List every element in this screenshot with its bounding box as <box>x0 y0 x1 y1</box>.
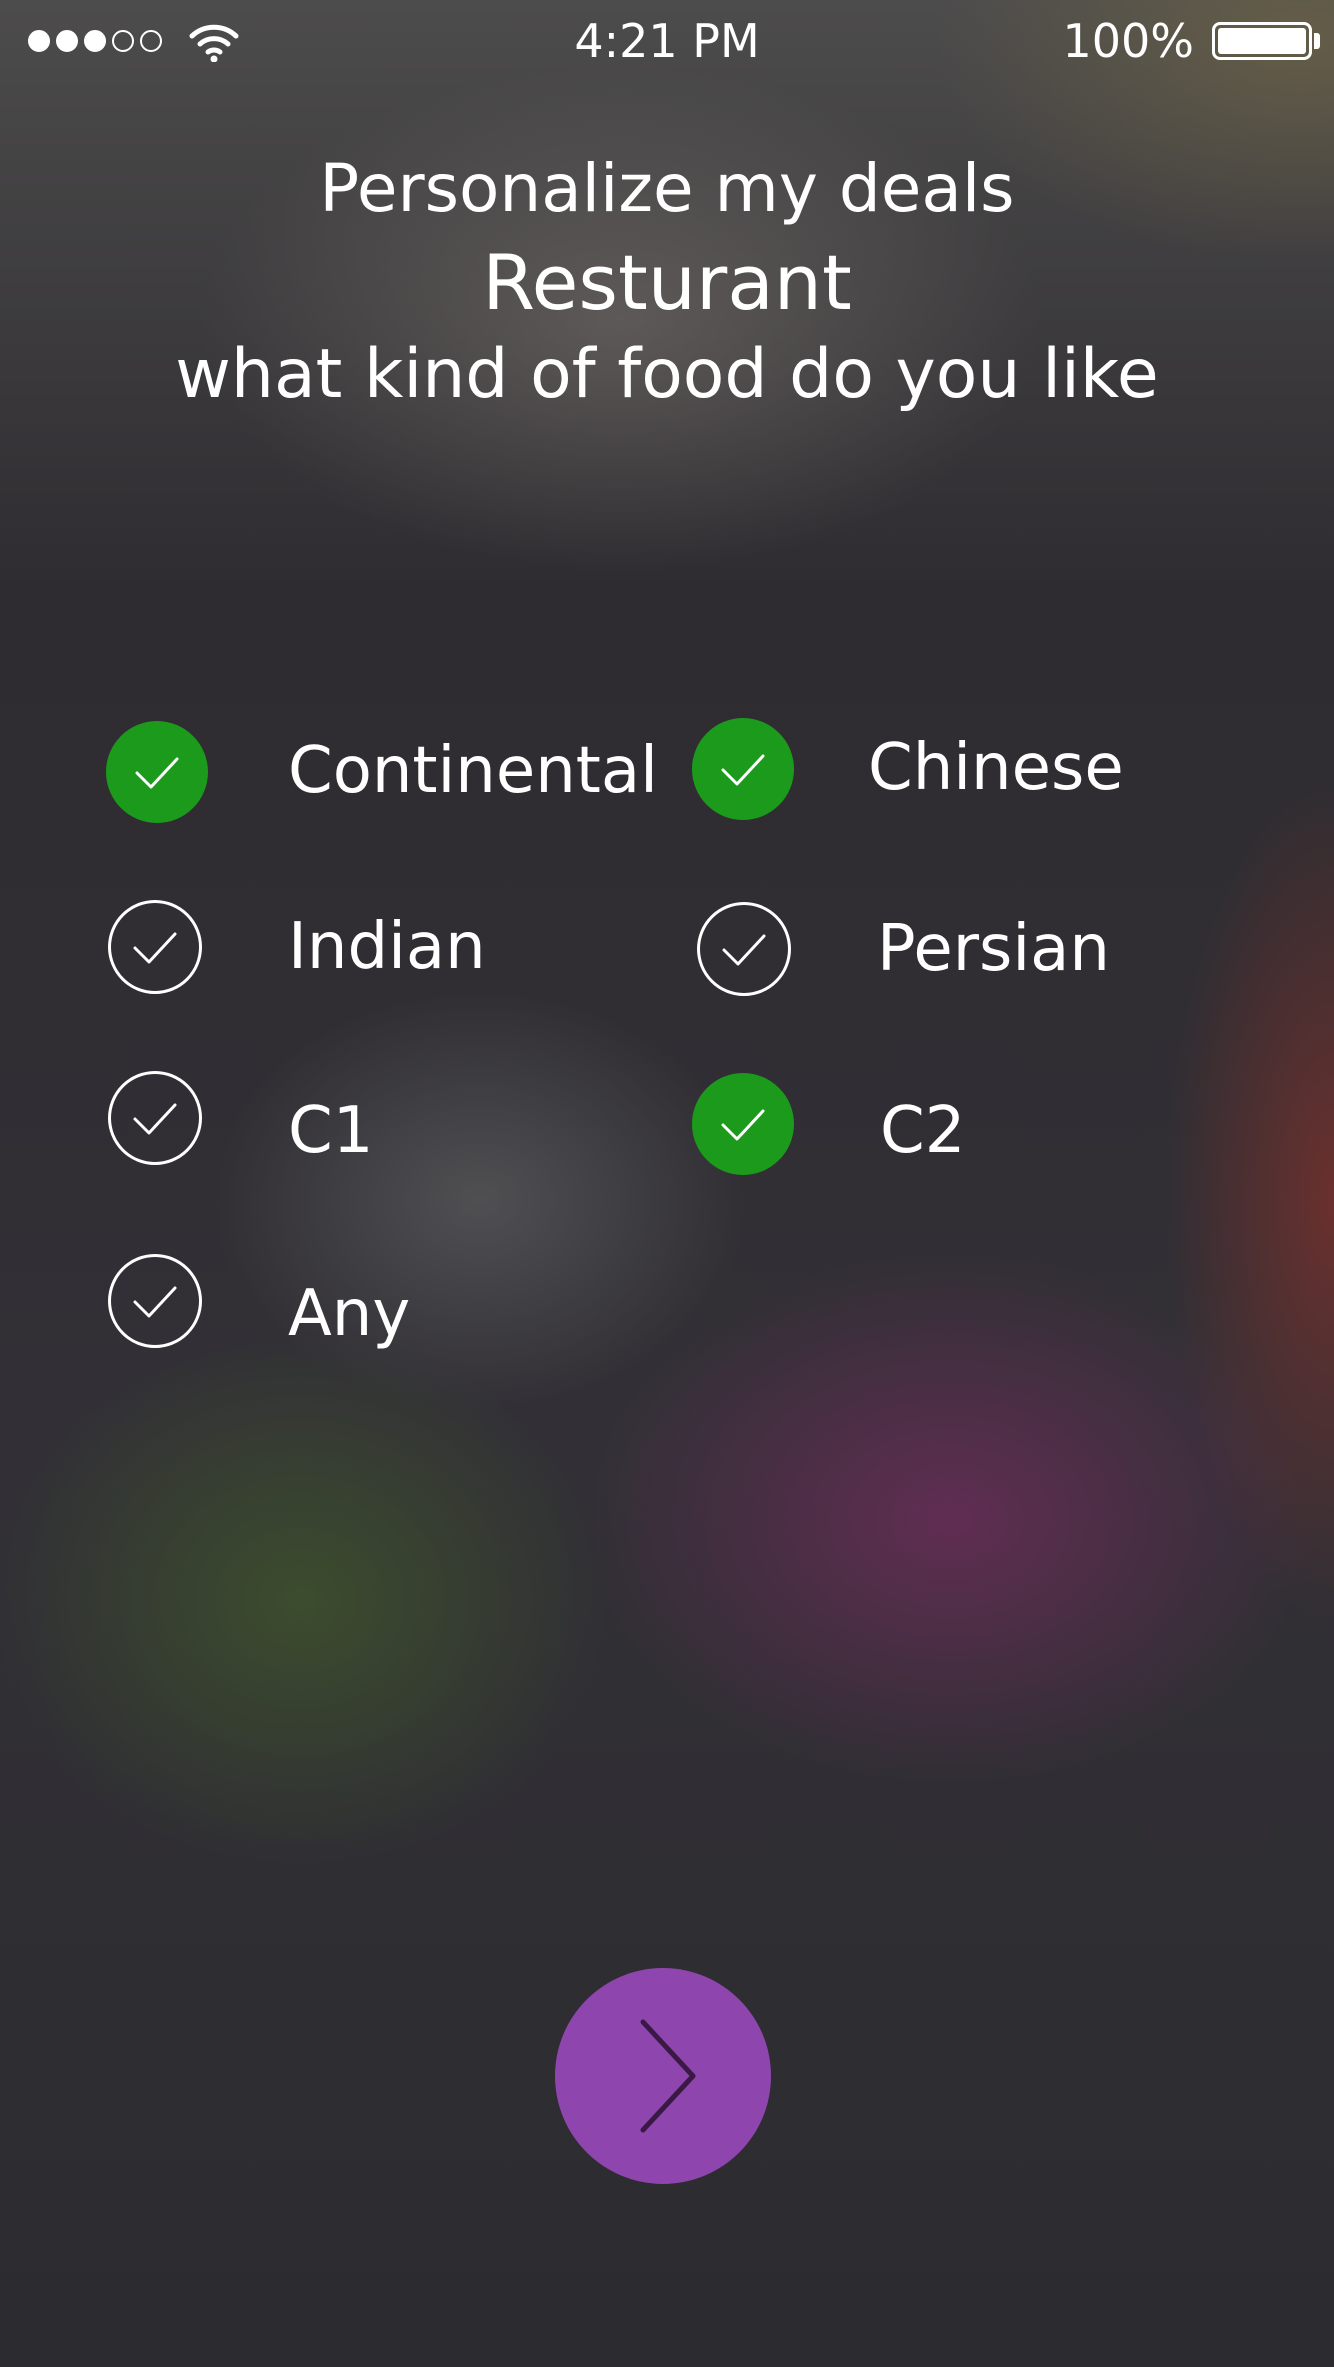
option-label: C2 <box>880 1094 966 1168</box>
option-label: Continental <box>288 734 658 808</box>
checkmark-icon[interactable] <box>106 721 208 823</box>
option-chinese[interactable]: Chinese <box>692 718 1252 828</box>
checkmark-icon[interactable] <box>697 902 791 996</box>
next-button[interactable] <box>555 1968 771 2184</box>
checkmark-icon[interactable] <box>692 718 794 820</box>
option-indian[interactable]: Indian <box>108 900 668 1010</box>
checkmark-icon[interactable] <box>108 1071 202 1165</box>
battery-percentage: 100% <box>1062 14 1194 68</box>
option-c2[interactable]: C2 <box>692 1073 1252 1183</box>
option-c1[interactable]: C1 <box>108 1071 668 1181</box>
option-label: Persian <box>877 912 1110 986</box>
battery-level <box>1218 28 1306 54</box>
option-label: Any <box>288 1277 411 1351</box>
question-prompt: what kind of food do you like <box>175 335 1159 414</box>
battery-icon <box>1212 22 1312 60</box>
option-label: Indian <box>288 910 486 984</box>
option-label: C1 <box>288 1094 374 1168</box>
option-label: Chinese <box>868 731 1124 805</box>
chevron-right-icon <box>640 2019 696 2133</box>
status-bar: 4:21 PM 100% <box>0 0 1334 80</box>
category-title: Resturant <box>482 238 852 327</box>
page-title: Personalize my deals <box>319 150 1015 227</box>
option-persian[interactable]: Persian <box>697 902 1257 1012</box>
checkmark-icon[interactable] <box>108 1254 202 1348</box>
battery-tip <box>1314 33 1320 49</box>
checkmark-icon[interactable] <box>692 1073 794 1175</box>
checkmark-icon[interactable] <box>108 900 202 994</box>
option-any[interactable]: Any <box>108 1254 668 1364</box>
option-continental[interactable]: Continental <box>106 721 666 831</box>
